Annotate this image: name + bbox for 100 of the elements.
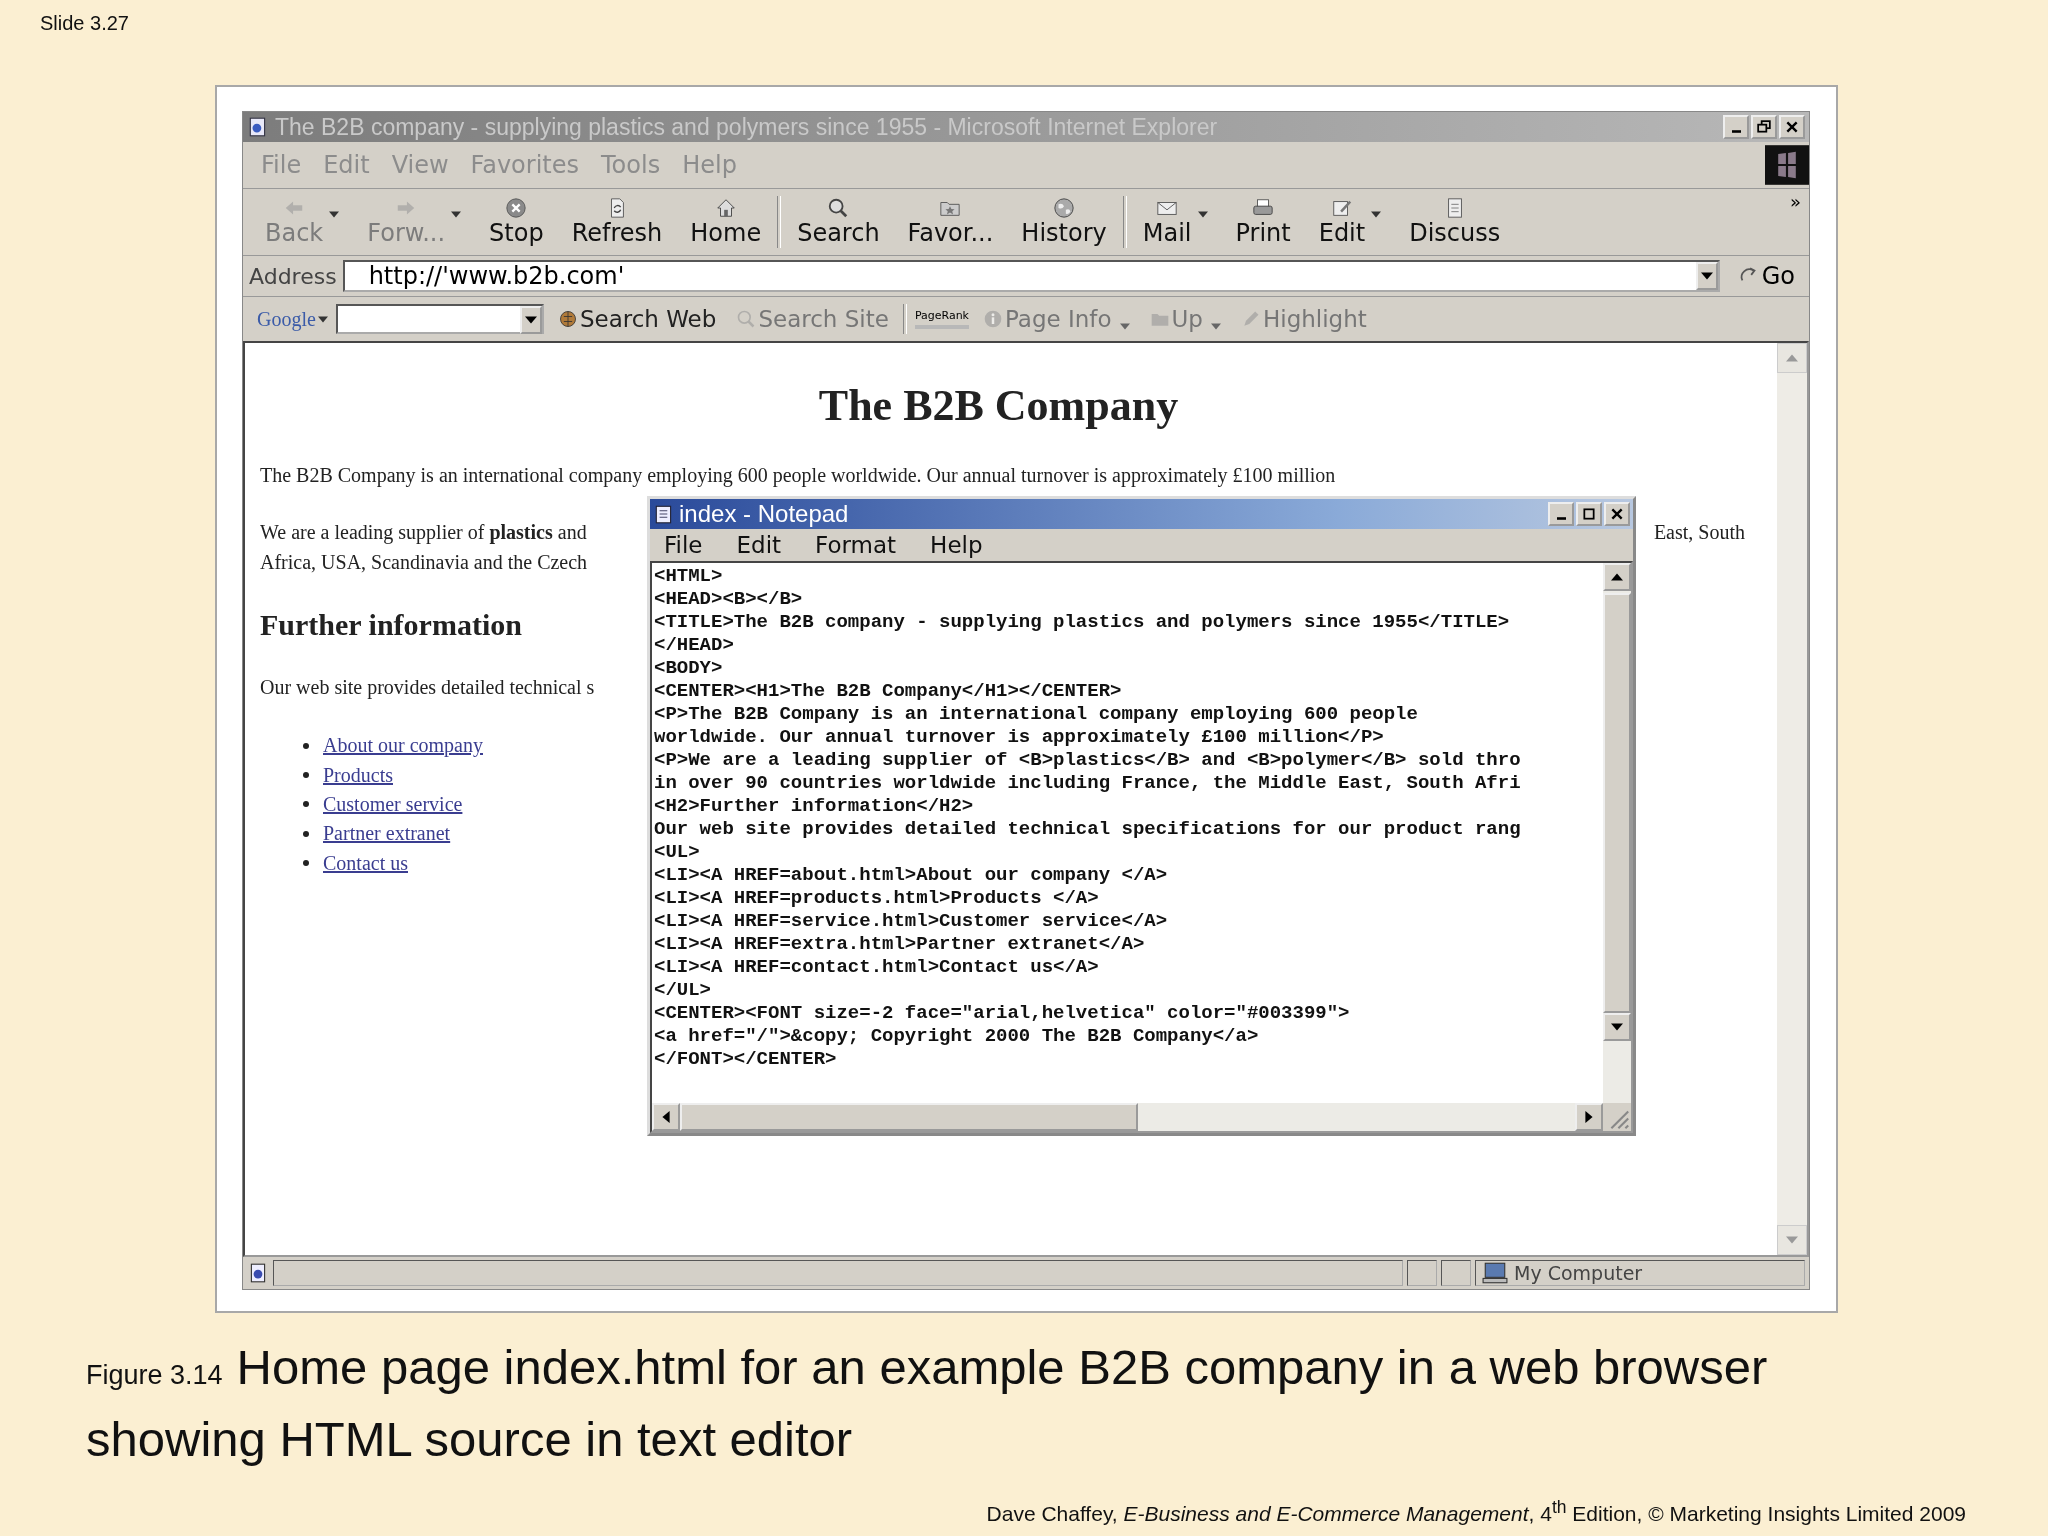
caret-icon xyxy=(1197,211,1208,218)
toolbar-button[interactable]: Edit xyxy=(1306,197,1394,247)
code-line: <HTML> xyxy=(654,565,724,588)
restore-icon xyxy=(1757,120,1771,134)
code-line: </FONT></CENTER> xyxy=(654,1048,838,1071)
code-line: <LI><A HREF=service.html>Customer service</A> xyxy=(654,910,1169,933)
code-line: <H2>Further information</H2> xyxy=(654,795,975,818)
close-button[interactable] xyxy=(1604,502,1630,526)
caret-icon xyxy=(317,315,328,323)
close-icon xyxy=(1785,120,1799,134)
scroll-thumb[interactable] xyxy=(680,1103,1138,1131)
page-heading: The B2B Company xyxy=(817,381,1180,431)
figure-caption: Figure 3.14 Home page index.html for an example B2B company in a web browser showing HTML source in text editor xyxy=(86,1339,1769,1468)
code-line: <LI><A HREF=about.html>About our company </A> xyxy=(654,864,1169,887)
scroll-down-icon xyxy=(1786,1236,1798,1244)
scroll-left-icon xyxy=(662,1111,670,1123)
minimize-button[interactable] xyxy=(1723,115,1749,139)
logo-icon xyxy=(1765,145,1809,185)
minimize-icon xyxy=(1731,130,1741,133)
code-line: </UL> xyxy=(654,979,712,1002)
dropdown-arrow-icon xyxy=(1700,272,1713,280)
bullet-icon xyxy=(303,860,309,867)
code-line: <BODY> xyxy=(654,657,724,680)
globe-icon xyxy=(1053,197,1076,219)
info-icon xyxy=(983,309,1003,329)
status-panel xyxy=(1441,1260,1471,1286)
code-line: <a href="/">&copy; Copyright 2000 The B2B Company</a> xyxy=(654,1025,1260,1048)
page-paragraph: The B2B Company is an international company employing 600 people worldwide. Our annual turnover is approximately £100 million xyxy=(260,463,1337,489)
bullet-icon xyxy=(303,772,309,779)
menu-item[interactable]: Help xyxy=(930,532,983,558)
caret-icon xyxy=(1119,322,1130,330)
code-line: <UL> xyxy=(654,841,701,864)
menu-item[interactable]: Edit xyxy=(736,532,782,558)
toolbar-button[interactable]: History xyxy=(1009,197,1119,247)
menu-item[interactable]: Format xyxy=(815,532,897,558)
code-line: in over 90 countries worldwide including France, the Middle East, South Afri xyxy=(654,772,1522,795)
globe-icon xyxy=(557,309,578,329)
minimize-icon xyxy=(1556,517,1566,520)
stop-icon xyxy=(505,197,528,219)
toolbar-button[interactable]: Favor... xyxy=(895,197,1006,247)
code-line: <TITLE>The B2B company - supplying plastics and polymers since 1955</TITLE> xyxy=(654,611,1511,634)
toolbar-button[interactable]: Search Web xyxy=(551,306,723,332)
code-line: <HEAD><B></B> xyxy=(654,588,804,611)
toolbar-button[interactable]: Search xyxy=(785,197,892,247)
menu-item[interactable]: File xyxy=(664,532,703,558)
code-line: worldwide. Our annual turnover is approximately £100 million</P> xyxy=(654,726,1385,749)
close-button[interactable] xyxy=(1779,115,1805,139)
search-field[interactable] xyxy=(335,304,544,334)
house-icon xyxy=(714,197,737,219)
caret-icon xyxy=(1371,211,1382,218)
dropdown-arrow-icon xyxy=(524,316,537,324)
scroll-thumb[interactable] xyxy=(1603,593,1631,1013)
maximize-button[interactable] xyxy=(1576,502,1602,526)
page-subheading: Further information xyxy=(260,607,522,643)
page-link[interactable]: About our company xyxy=(323,734,483,758)
computer-icon xyxy=(1482,1262,1508,1284)
restore-button[interactable] xyxy=(1751,115,1777,139)
toolbar-button[interactable]: Refresh xyxy=(559,197,675,247)
status-text: My Computer xyxy=(1514,1262,1643,1284)
code-line: <LI><A HREF=contact.html>Contact us</A> xyxy=(654,956,1100,979)
page-link[interactable]: Partner extranet xyxy=(323,822,451,846)
status-panel xyxy=(1407,1260,1437,1286)
scrollbar[interactable] xyxy=(1603,563,1631,1103)
code-line: <LI><A HREF=products.html>Products </A> xyxy=(654,887,1100,910)
scroll-down-icon xyxy=(1611,1023,1623,1031)
scroll-right-icon xyxy=(1585,1111,1593,1123)
toolbar-button[interactable]: Mail xyxy=(1130,197,1220,247)
scrollbar[interactable] xyxy=(1777,343,1807,1255)
close-icon xyxy=(1610,507,1624,521)
page-link[interactable]: Contact us xyxy=(323,851,408,875)
toolbar-button[interactable]: Stop xyxy=(477,197,556,247)
code-line: Our web site provides detailed technical specifications for our product rang xyxy=(654,818,1522,841)
page-paragraph: We are a leading supplier of plastics and Africa, USA, Scandinavia and the Czech xyxy=(260,520,588,575)
go-button[interactable]: Go xyxy=(1725,262,1803,290)
scroll-up-icon xyxy=(1786,354,1798,362)
slide-number: Slide 3.27 xyxy=(40,11,129,36)
bullet-icon xyxy=(303,830,309,837)
caret-icon xyxy=(1210,322,1221,330)
caret-icon xyxy=(329,211,340,218)
toolbar-button[interactable]: Print xyxy=(1223,197,1303,247)
toolbar-button[interactable]: Home xyxy=(678,197,774,247)
scrollbar[interactable] xyxy=(652,1103,1603,1131)
bullet-icon xyxy=(303,742,309,749)
code-line: <LI><A HREF=extra.html>Partner extranet</A> xyxy=(654,933,1146,956)
search-icon xyxy=(736,309,757,329)
address-field[interactable]: http://'www.b2b.com' xyxy=(342,260,1720,292)
page-link[interactable]: Customer service xyxy=(323,792,463,816)
page-paragraph: Our web site provides detailed technical s xyxy=(260,675,595,701)
search-icon xyxy=(827,197,850,219)
page-link[interactable]: Products xyxy=(323,763,393,787)
scroll-up-icon xyxy=(1611,573,1623,581)
page-paragraph: East, South xyxy=(1653,520,1745,545)
minimize-button[interactable] xyxy=(1548,502,1574,526)
code-line: <CENTER><H1>The B2B Company</H1></CENTER> xyxy=(654,680,1123,703)
toolbar-button[interactable]: Discuss xyxy=(1397,197,1513,247)
more-button[interactable]: » xyxy=(1790,191,1801,212)
caret-icon xyxy=(451,211,462,218)
code-line: <P>The B2B Company is an international company employing 600 people xyxy=(654,703,1419,726)
source-credit: Dave Chaffey, E-Business and E-Commerce Management, 4$^{th}$ Edition, © Marketing Insights Limited 2009 xyxy=(986,1496,1966,1527)
code-line: <P>We are a leading supplier of <B>plastics</B> and <B>polymer</B> sold thro xyxy=(654,749,1522,772)
